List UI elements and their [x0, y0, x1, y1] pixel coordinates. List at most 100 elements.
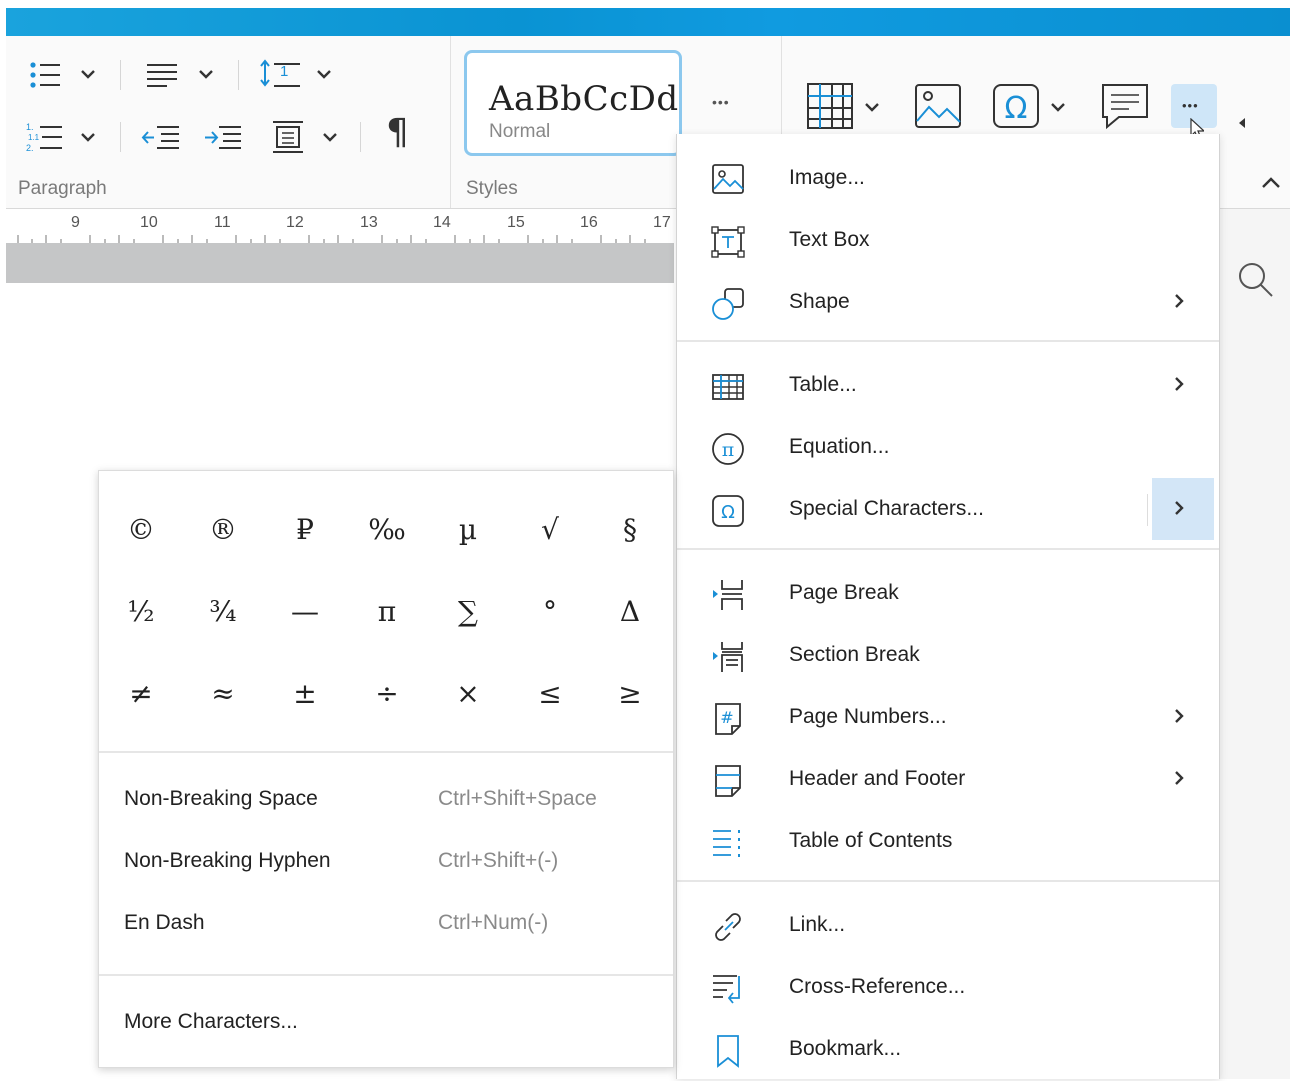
symbol-section[interactable]: §	[589, 488, 671, 570]
symbol-multiplication[interactable]: ×	[427, 652, 509, 734]
menu-item-bookmark[interactable]: Bookmark...	[677, 1019, 1219, 1081]
menu-item-header-and-footer[interactable]: Header and Footer	[677, 749, 1219, 811]
ruler-margin-band	[6, 243, 674, 283]
menu-item-label: Non-Breaking Space	[124, 787, 318, 810]
symbol-copyright[interactable]: ©	[100, 488, 182, 570]
right-side-panel	[1218, 209, 1290, 1079]
shortcut-label: Ctrl+Shift+Space	[438, 787, 597, 810]
symbol-per-mille[interactable]: ‰	[346, 488, 428, 570]
align-chevron-down-icon[interactable]	[198, 68, 214, 80]
collapse-ribbon-chevron-up-icon[interactable]	[1260, 176, 1282, 190]
symbol-square-root[interactable]: √	[509, 488, 591, 570]
divider	[450, 36, 451, 208]
styles-more-button[interactable]: •••	[712, 94, 730, 110]
insert-table-chevron-down-icon[interactable]	[864, 101, 880, 113]
numbered-list-icon[interactable]: 1. 1.1 2.	[26, 120, 66, 154]
menu-item-label: Text Box	[789, 228, 870, 251]
symbol-micro[interactable]: µ	[427, 488, 509, 570]
paragraph-spacing-chevron-down-icon[interactable]	[322, 131, 338, 143]
menu-item-label: Table...	[789, 373, 857, 396]
menu-item-label: Shape	[789, 290, 850, 313]
symbol-em-dash[interactable]: —	[264, 570, 346, 652]
menu-item-label: Equation...	[789, 435, 890, 458]
menu-item-shape[interactable]: Shape	[677, 272, 1219, 334]
menu-item-special-characters[interactable]: Ω Special Characters...	[677, 479, 1219, 541]
symbol-registered[interactable]: ®	[182, 488, 264, 570]
symbol-greater-or-equal[interactable]: ≥	[589, 652, 671, 734]
bullet-list-icon[interactable]	[26, 58, 66, 92]
menu-item-page-numbers[interactable]: # Page Numbers...	[677, 687, 1219, 749]
text-box-icon	[711, 225, 745, 259]
chevron-right-icon	[1173, 769, 1185, 787]
non-breaking-space-item[interactable]: Non-Breaking Space Ctrl+Shift+Space	[99, 769, 673, 831]
menu-divider	[677, 340, 1219, 342]
search-icon[interactable]	[1236, 260, 1276, 300]
symbol-degree[interactable]: °	[509, 570, 591, 652]
special-character-chevron-down-icon[interactable]	[1050, 101, 1066, 113]
paragraph-group-label: Paragraph	[18, 178, 107, 199]
insert-special-character-icon[interactable]: Ω	[990, 80, 1042, 132]
svg-text:Ω: Ω	[1005, 91, 1028, 126]
increase-indent-icon[interactable]	[202, 120, 244, 154]
menu-divider	[677, 548, 1219, 550]
menu-divider	[677, 880, 1219, 882]
menu-divider	[99, 974, 673, 976]
decrease-indent-icon[interactable]	[140, 120, 182, 154]
paragraph-spacing-icon[interactable]	[268, 118, 308, 156]
bookmark-icon	[711, 1034, 745, 1068]
symbol-three-quarters[interactable]: ¾	[182, 570, 264, 652]
menu-item-cross-reference[interactable]: Cross-Reference...	[677, 957, 1219, 1019]
symbol-not-equal[interactable]: ≠	[100, 652, 182, 734]
symbol-pi[interactable]: π	[346, 570, 428, 652]
symbol-delta[interactable]: Δ	[589, 570, 671, 652]
shortcut-label: Ctrl+Num(-)	[438, 911, 549, 934]
ruler-number: 9	[71, 214, 80, 231]
insert-comment-icon[interactable]	[1098, 80, 1152, 132]
insert-image-icon[interactable]	[912, 80, 964, 132]
ribbon-scroll-left-icon[interactable]	[1237, 116, 1247, 130]
ruler-number: 11	[214, 214, 231, 231]
ruler[interactable]	[6, 209, 674, 243]
symbol-ruble[interactable]: ₽	[264, 488, 346, 570]
line-spacing-icon[interactable]: 1	[258, 56, 304, 92]
style-normal-card[interactable]: AaBbCcDd Normal	[464, 50, 682, 156]
symbol-one-half[interactable]: ½	[100, 570, 182, 652]
more-characters-item[interactable]: More Characters...	[99, 992, 673, 1054]
menu-item-text-box[interactable]: Text Box	[677, 210, 1219, 272]
align-icon[interactable]	[142, 58, 182, 92]
insert-table-icon[interactable]	[804, 80, 856, 132]
style-sample-text: AaBbCcDd	[489, 79, 679, 119]
symbol-summation[interactable]: ∑	[427, 570, 509, 652]
numbered-list-chevron-down-icon[interactable]	[80, 131, 96, 143]
insert-menu: Image... Text Box Shape Table... π Equat…	[676, 134, 1220, 1079]
symbol-less-or-equal[interactable]: ≤	[509, 652, 591, 734]
show-formatting-marks-button[interactable]: ¶	[386, 112, 409, 153]
chevron-right-icon	[1173, 292, 1185, 310]
menu-item-section-break[interactable]: Section Break	[677, 625, 1219, 687]
divider	[238, 60, 239, 90]
menu-item-table-of-contents[interactable]: Table of Contents	[677, 811, 1219, 873]
menu-item-label: More Characters...	[124, 1010, 298, 1033]
line-spacing-value: 1	[280, 63, 288, 80]
non-breaking-hyphen-item[interactable]: Non-Breaking Hyphen Ctrl+Shift+(-)	[99, 831, 673, 893]
symbol-plus-minus[interactable]: ±	[264, 652, 346, 734]
header-footer-icon	[711, 764, 745, 798]
bullet-list-chevron-down-icon[interactable]	[80, 68, 96, 80]
menu-item-page-break[interactable]: Page Break	[677, 563, 1219, 625]
line-spacing-chevron-down-icon[interactable]	[316, 68, 332, 80]
symbol-approximately[interactable]: ≈	[182, 652, 264, 734]
shortcut-label: Ctrl+Shift+(-)	[438, 849, 559, 872]
styles-group-label: Styles	[466, 178, 518, 199]
menu-item-equation[interactable]: π Equation...	[677, 417, 1219, 479]
cross-reference-icon	[711, 972, 745, 1006]
en-dash-item[interactable]: En Dash Ctrl+Num(-)	[99, 893, 673, 955]
menu-item-image[interactable]: Image...	[677, 148, 1219, 210]
svg-text:#: #	[720, 708, 733, 727]
image-icon	[711, 163, 745, 197]
symbol-division[interactable]: ÷	[346, 652, 428, 734]
menu-item-link[interactable]: Link...	[677, 895, 1219, 957]
insert-more-dots-icon: •••	[1182, 98, 1199, 113]
menu-item-label: Special Characters...	[789, 497, 984, 520]
ruler-number: 13	[360, 214, 378, 231]
menu-item-table[interactable]: Table...	[677, 355, 1219, 417]
